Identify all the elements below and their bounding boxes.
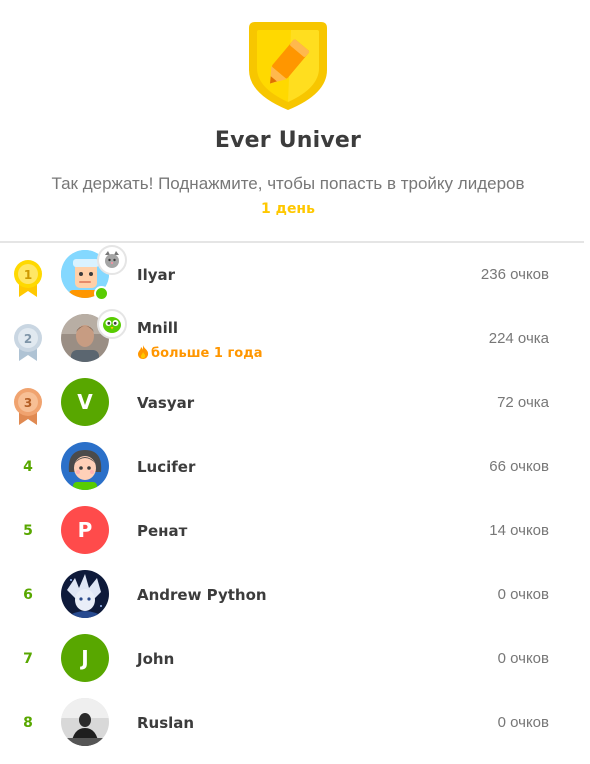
online-indicator bbox=[94, 286, 109, 301]
rank-number: 5 bbox=[23, 523, 33, 539]
avatar-letter: P bbox=[77, 518, 93, 542]
svg-text:2: 2 bbox=[24, 332, 32, 346]
cat-badge-icon bbox=[97, 245, 127, 275]
leaderboard-row[interactable]: 8 Ruslan 0 очков bbox=[0, 691, 584, 755]
anime-avatar[interactable] bbox=[61, 570, 109, 618]
pencil-league-icon bbox=[249, 22, 327, 110]
user-name[interactable]: John bbox=[137, 650, 174, 668]
user-name[interactable]: Ruslan bbox=[137, 714, 194, 732]
avatar-letter: J bbox=[81, 646, 89, 670]
silver-medal-icon: 2 bbox=[14, 324, 42, 361]
bronze-medal-icon: 3 bbox=[14, 388, 42, 425]
streak-text: больше 1 года bbox=[151, 346, 263, 361]
leaderboard-row[interactable]: 3 V Vasyar 72 очка bbox=[0, 371, 584, 435]
gold-medal-icon: 1 bbox=[14, 260, 42, 297]
rank-number: 4 bbox=[23, 459, 33, 475]
dark-photo-avatar[interactable] bbox=[61, 698, 109, 746]
flame-icon bbox=[138, 345, 149, 359]
rank-number: 8 bbox=[23, 715, 33, 731]
cartoon-girl-avatar[interactable] bbox=[61, 442, 109, 490]
leaderboard-row[interactable]: 1 Ilyar 236 очков bbox=[0, 243, 584, 307]
user-points: 0 очков bbox=[497, 714, 549, 731]
avatar[interactable]: J bbox=[61, 634, 109, 682]
owl-badge-icon bbox=[97, 309, 127, 339]
avatar[interactable]: V bbox=[61, 378, 109, 426]
league-time-left: 1 день bbox=[261, 201, 315, 217]
user-name[interactable]: Andrew Python bbox=[137, 586, 267, 604]
league-title: Ever Univer bbox=[214, 128, 362, 153]
avatar-letter: V bbox=[77, 390, 93, 414]
leaderboard-row[interactable]: 4 Lucifer 66 очков bbox=[0, 435, 584, 499]
streak-label: больше 1 года bbox=[137, 345, 262, 361]
user-name[interactable]: Vasyar bbox=[137, 394, 194, 412]
user-points: 14 очков bbox=[489, 522, 549, 539]
leaderboard-row[interactable]: 6 Andrew Python 0 очков bbox=[0, 563, 584, 627]
leaderboard-row[interactable]: 7 J John 0 очков bbox=[0, 627, 584, 691]
leaderboard-row[interactable]: 2 Mnill больше 1 года 224 очка bbox=[0, 307, 584, 371]
rank-number: 6 bbox=[23, 587, 33, 603]
svg-text:1: 1 bbox=[24, 268, 32, 282]
league-subtitle: Так держать! Поднажмите, чтобы попасть в… bbox=[51, 174, 525, 193]
rank-number: 7 bbox=[23, 651, 33, 667]
user-points: 0 очков bbox=[497, 586, 549, 603]
user-points: 224 очка bbox=[488, 330, 549, 347]
user-points: 236 очков bbox=[480, 266, 549, 283]
user-name[interactable]: Lucifer bbox=[137, 458, 195, 476]
league-header: Ever Univer Так держать! Поднажмите, что… bbox=[0, 0, 590, 243]
user-name[interactable]: Mnill bbox=[137, 319, 178, 337]
user-name[interactable]: Ilyar bbox=[137, 266, 175, 284]
svg-text:3: 3 bbox=[24, 396, 32, 410]
user-points: 0 очков bbox=[497, 650, 549, 667]
user-name[interactable]: Ренат bbox=[137, 522, 187, 540]
leaderboard-row[interactable]: 5 P Ренат 14 очков bbox=[0, 499, 584, 563]
user-points: 72 очка bbox=[497, 394, 549, 411]
user-points: 66 очков bbox=[489, 458, 549, 475]
avatar[interactable]: P bbox=[61, 506, 109, 554]
